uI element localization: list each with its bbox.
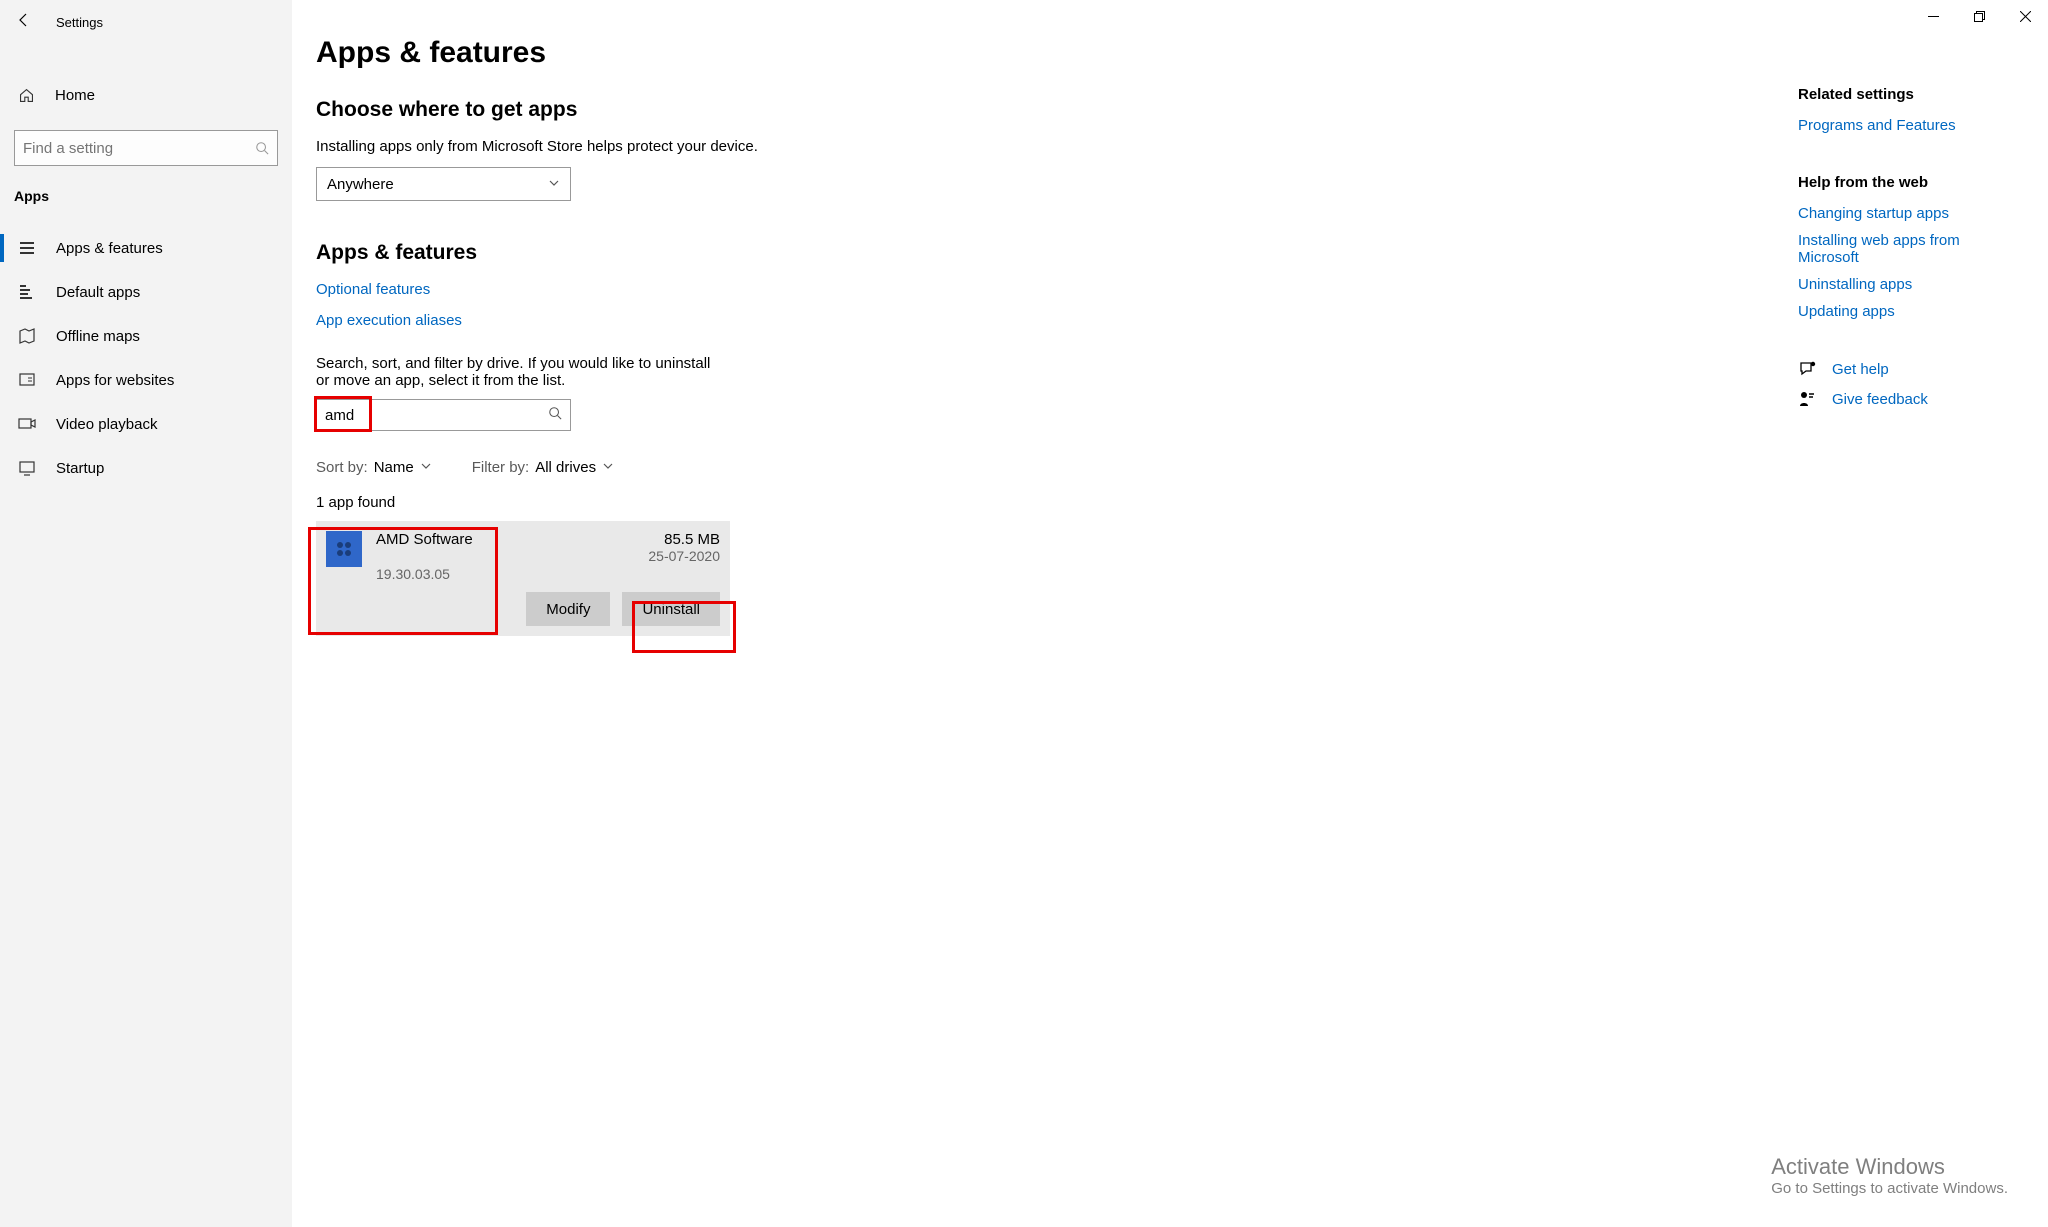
watermark-sub: Go to Settings to activate Windows. [1771,1180,2008,1197]
page-title: Apps & features [316,36,1096,70]
content: Apps & features Choose where to get apps… [316,36,1096,1227]
sidebar-search-input[interactable] [23,140,255,157]
right-column: Related settings Programs and Features H… [1798,36,2048,1227]
link-changing-startup-apps[interactable]: Changing startup apps [1798,205,2008,222]
app-date: 25-07-2020 [648,548,720,564]
video-playback-icon [18,415,36,433]
link-app-execution-aliases[interactable]: App execution aliases [316,312,462,329]
main: Apps & features Choose where to get apps… [292,0,2048,1227]
back-button[interactable] [16,12,32,33]
link-programs-features[interactable]: Programs and Features [1798,117,2008,134]
chevron-down-icon [602,459,614,476]
sidebar-item-default-apps[interactable]: Default apps [0,270,292,314]
give-feedback-row[interactable]: Give feedback [1798,390,2008,408]
apps-websites-icon [18,371,36,389]
uninstall-button[interactable]: Uninstall [622,592,720,626]
filter-label: Filter by: [472,459,530,476]
sidebar-section-label: Apps [0,166,292,212]
app-list-item[interactable]: AMD Software 19.30.03.05 85.5 MB 25-07-2… [316,521,730,636]
get-help-icon [1798,360,1816,378]
filter-value: All drives [535,459,596,476]
chevron-down-icon [548,177,560,192]
app-icon [326,531,362,567]
search-desc: Search, sort, and filter by drive. If yo… [316,355,726,389]
choose-desc: Installing apps only from Microsoft Stor… [316,138,1096,155]
sidebar-search[interactable] [14,130,278,166]
link-optional-features[interactable]: Optional features [316,281,430,298]
sidebar-item-startup[interactable]: Startup [0,446,292,490]
sidebar-item-offline-maps[interactable]: Offline maps [0,314,292,358]
sidebar-item-apps-features[interactable]: Apps & features [0,226,292,270]
related-settings-heading: Related settings [1798,86,2008,103]
app-name: AMD Software [376,531,634,548]
link-uninstalling-apps[interactable]: Uninstalling apps [1798,276,2008,293]
sidebar-item-label: Startup [56,460,104,477]
get-help-row[interactable]: Get help [1798,360,2008,378]
minimize-button[interactable] [1910,0,1956,32]
sidebar-home-label: Home [55,87,95,104]
help-from-web-heading: Help from the web [1798,174,2008,191]
apps-features-icon [18,239,36,257]
sort-value: Name [374,459,414,476]
close-button[interactable] [2002,0,2048,32]
sort-label: Sort by: [316,459,368,476]
startup-icon [18,459,36,477]
window-controls [1910,0,2048,32]
sidebar: Settings Home Apps Apps & features [0,0,292,1227]
link-installing-web-apps[interactable]: Installing web apps from Microsoft [1798,232,2008,266]
app-count: 1 app found [316,494,1096,511]
sidebar-nav: Apps & features Default apps Offline map… [0,226,292,490]
search-icon [548,406,562,425]
search-icon [255,141,269,155]
sidebar-item-video-playback[interactable]: Video playback [0,402,292,446]
link-updating-apps[interactable]: Updating apps [1798,303,2008,320]
default-apps-icon [18,283,36,301]
sidebar-home[interactable]: Home [0,73,292,118]
apps-features-heading: Apps & features [316,241,1096,265]
sort-by[interactable]: Sort by: Name [316,459,432,476]
offline-maps-icon [18,327,36,345]
sidebar-item-label: Offline maps [56,328,140,345]
app-search-input[interactable] [325,407,548,424]
chevron-down-icon [420,459,432,476]
window-title: Settings [56,15,103,30]
app-size: 85.5 MB [648,531,720,548]
watermark-title: Activate Windows [1771,1154,2008,1180]
sidebar-item-label: Apps for websites [56,372,174,389]
sidebar-item-label: Apps & features [56,240,163,257]
sidebar-item-label: Video playback [56,416,157,433]
app-search[interactable] [316,399,571,431]
home-icon [18,87,35,104]
get-help-link[interactable]: Get help [1832,361,1889,378]
filter-by[interactable]: Filter by: All drives [472,459,614,476]
app-version: 19.30.03.05 [376,566,634,582]
activation-watermark: Activate Windows Go to Settings to activ… [1771,1154,2008,1197]
maximize-button[interactable] [1956,0,2002,32]
sidebar-item-apps-websites[interactable]: Apps for websites [0,358,292,402]
feedback-icon [1798,390,1816,408]
filters: Sort by: Name Filter by: All drives [316,459,1096,476]
give-feedback-link[interactable]: Give feedback [1832,391,1928,408]
sidebar-item-label: Default apps [56,284,140,301]
modify-button[interactable]: Modify [526,592,610,626]
app-source-dropdown[interactable]: Anywhere [316,167,571,201]
choose-heading: Choose where to get apps [316,98,1096,122]
app-source-value: Anywhere [327,176,394,193]
